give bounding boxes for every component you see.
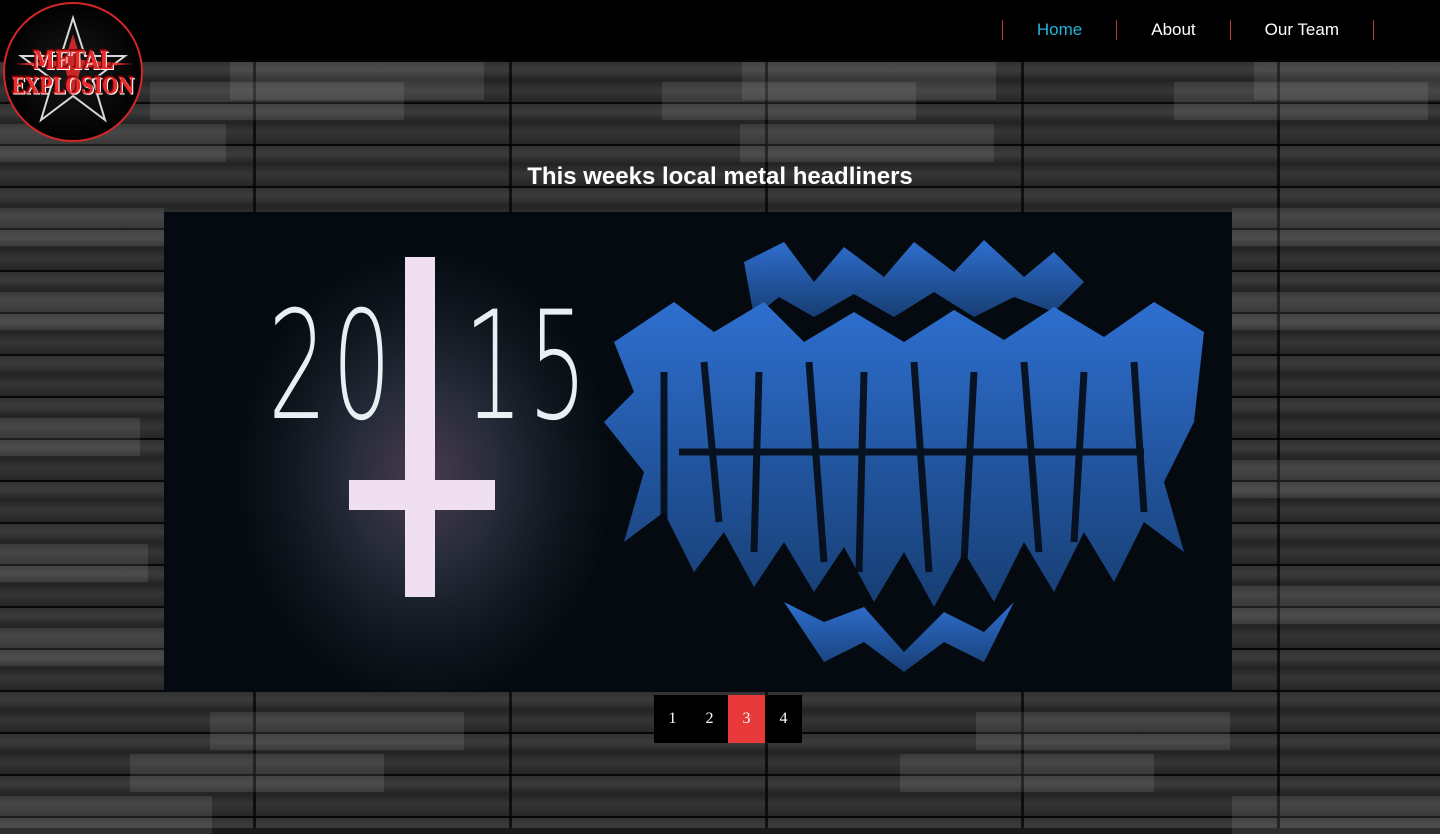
slider-pagination: 1 2 3 4 bbox=[654, 695, 802, 743]
logo-text-metal: METAL bbox=[32, 45, 114, 75]
page-headline: This weeks local metal headliners bbox=[527, 163, 913, 190]
page-button-1[interactable]: 1 bbox=[654, 695, 691, 743]
nav-divider bbox=[1373, 20, 1374, 40]
inverted-cross-icon bbox=[405, 257, 435, 597]
page-button-2[interactable]: 2 bbox=[691, 695, 728, 743]
inverted-cross-bar bbox=[349, 480, 495, 510]
page-button-4[interactable]: 4 bbox=[765, 695, 802, 743]
nav-our-team-link[interactable]: Our Team bbox=[1231, 0, 1373, 60]
main-nav: Home About Our Team bbox=[1001, 0, 1374, 60]
logo-text-explosion: EXPLOSION bbox=[11, 73, 135, 100]
slider-image[interactable]: 20 15 bbox=[164, 212, 1232, 692]
page-button-3[interactable]: 3 bbox=[728, 695, 765, 743]
nav-about-link[interactable]: About bbox=[1117, 0, 1229, 60]
slide-year-right: 15 bbox=[464, 280, 593, 454]
band-logo-image bbox=[604, 240, 1204, 672]
nav-home-link[interactable]: Home bbox=[1003, 0, 1116, 60]
slide-year-left: 20 bbox=[268, 280, 397, 454]
site-logo[interactable]: METAL EXPLOSION bbox=[3, 2, 143, 142]
site-header: Home About Our Team bbox=[0, 0, 1440, 60]
